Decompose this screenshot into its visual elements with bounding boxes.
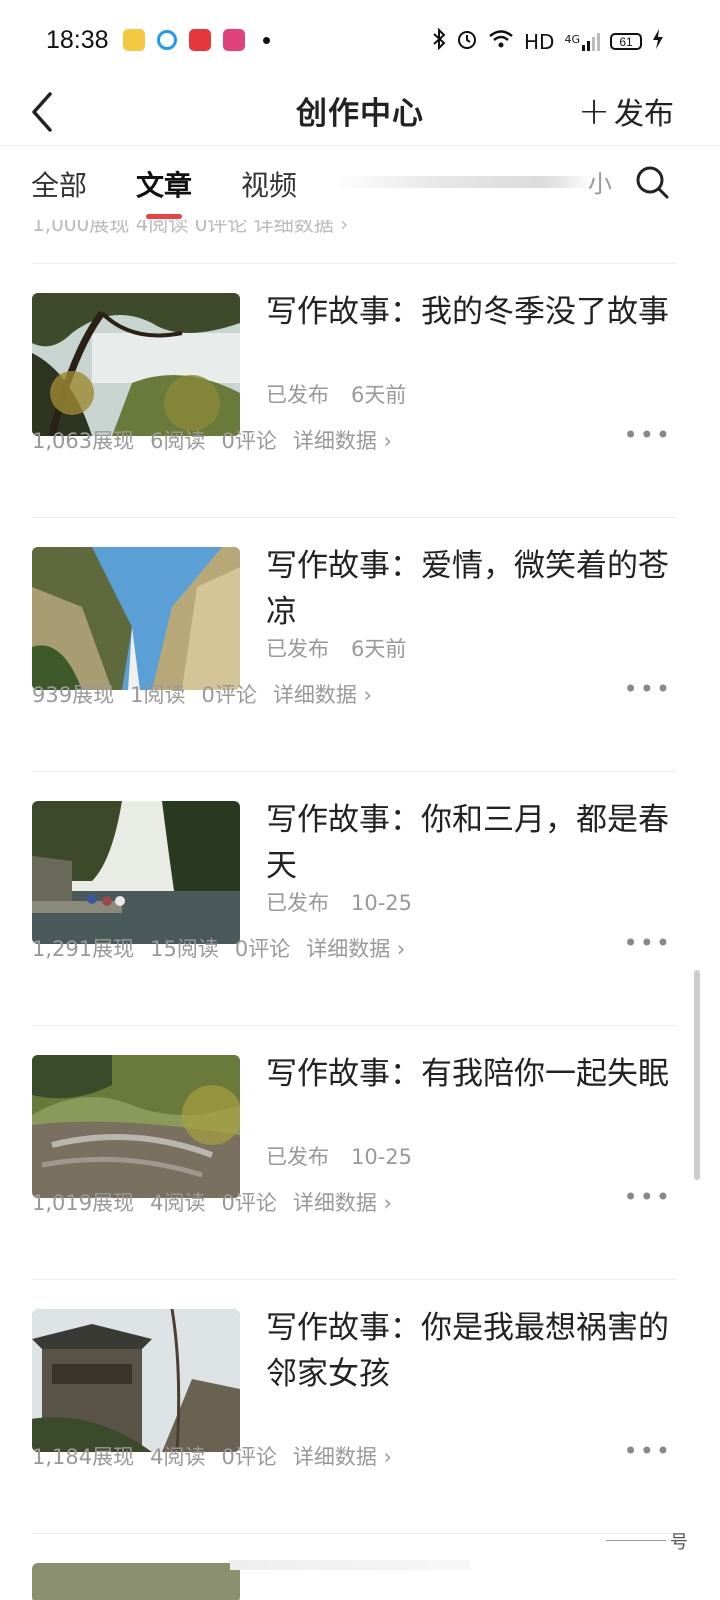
article-thumbnail xyxy=(32,293,240,436)
reads-count: 4阅读 xyxy=(150,1445,206,1469)
tab-articles[interactable]: 文章 xyxy=(136,164,192,204)
publish-status: 已发布 xyxy=(266,383,329,407)
publish-info: 已发布 10-25 xyxy=(266,887,412,917)
article-thumbnail xyxy=(32,1309,240,1452)
notes-app-icon xyxy=(122,29,145,51)
article-title[interactable]: 写作故事：有我陪你一起失眠 xyxy=(266,1051,676,1097)
reads-count: 1阅读 xyxy=(130,683,186,707)
header: 创作中心 + 发布 xyxy=(0,80,720,146)
active-tab-indicator xyxy=(146,214,182,219)
status-bar: 18:38 HD 4G 61 xyxy=(0,0,720,80)
views-count: 1,063展现 xyxy=(32,429,135,453)
reads-count: 15阅读 xyxy=(150,937,219,961)
publish-info xyxy=(266,1395,288,1419)
plus-icon: + xyxy=(578,89,610,133)
reads-count: 4阅读 xyxy=(150,1191,206,1215)
browser-app-icon xyxy=(156,30,177,50)
article-title[interactable]: 写作故事：你和三月，都是春天 xyxy=(266,797,676,889)
content-tabs: 全部 文章 视频 小 xyxy=(0,146,720,220)
article-thumbnail xyxy=(32,1055,240,1198)
watermark-text: 号 xyxy=(670,1532,688,1553)
publish-info: 已发布 6天前 xyxy=(266,633,406,663)
network-type: HD xyxy=(524,29,555,54)
article-stats: 939展现 1阅读 0评论 详细数据 xyxy=(32,679,388,709)
publish-status: 已发布 xyxy=(266,1145,329,1169)
comments-count: 0评论 xyxy=(201,683,257,707)
toutiao-app-icon xyxy=(188,29,211,51)
bluetooth-icon xyxy=(432,27,446,55)
list-item[interactable]: 写作故事：有我陪你一起失眠 已发布 10-25 1,019展现 4阅读 0评论 详… xyxy=(32,1025,676,1279)
detail-data-link[interactable]: 详细数据 xyxy=(293,1441,392,1471)
status-time: 18:38 xyxy=(46,25,109,54)
detail-data-link[interactable]: 详细数据 xyxy=(293,425,392,455)
publish-status: 已发布 xyxy=(266,891,329,915)
detail-data-link[interactable]: 详细数据 xyxy=(293,1187,392,1217)
publish-info: 已发布 10-25 xyxy=(266,1141,412,1171)
next-article-thumbnail xyxy=(32,1563,240,1600)
views-count: 1,019展现 xyxy=(32,1191,135,1215)
comments-count: 0评论 xyxy=(221,1191,277,1215)
reads-count: 6阅读 xyxy=(150,429,206,453)
search-icon xyxy=(636,166,669,199)
divider xyxy=(32,1533,676,1534)
list-item[interactable]: 写作故事：你和三月，都是春天 已发布 10-25 1,291展现 15阅读 0评论… xyxy=(32,771,676,1025)
list-item[interactable]: 写作故事：我的冬季没了故事 已发布 6天前 1,063展现 6阅读 0评论 详细数… xyxy=(32,263,676,517)
video-app-icon xyxy=(222,29,245,51)
more-options-icon[interactable]: ••• xyxy=(624,675,672,703)
blurred-tab-text: 小 xyxy=(588,170,612,198)
article-title[interactable]: 写作故事：你是我最想祸害的邻家女孩 xyxy=(266,1305,676,1397)
battery-icon: 61 xyxy=(610,33,642,50)
article-stats: 1,184展现 4阅读 0评论 详细数据 xyxy=(32,1441,408,1471)
more-options-icon[interactable]: ••• xyxy=(624,1183,672,1211)
publish-info: 已发布 6天前 xyxy=(266,379,406,409)
article-list: 1,000展现 4阅读 0评论 详细数据 › 写作故事：我的冬季没了故事 已发布… xyxy=(0,220,720,1600)
blurred-tab-area xyxy=(332,176,596,188)
charging-icon xyxy=(652,28,664,55)
views-count: 939展现 xyxy=(32,683,115,707)
detail-data-link[interactable]: 详细数据 xyxy=(306,933,405,963)
partial-stats-row: 1,000展现 4阅读 0评论 详细数据 › xyxy=(32,220,349,236)
publish-time: 6天前 xyxy=(351,383,407,407)
article-thumbnail xyxy=(32,547,240,690)
comments-count: 0评论 xyxy=(234,937,291,961)
list-item[interactable]: 写作故事：爱情，微笑着的苍凉 已发布 6天前 939展现 1阅读 0评论 详细数据… xyxy=(32,517,676,771)
more-options-icon[interactable]: ••• xyxy=(624,1437,672,1465)
tab-videos[interactable]: 视频 xyxy=(241,164,297,204)
views-count: 1,184展现 xyxy=(32,1445,135,1469)
publish-time: 10-25 xyxy=(351,891,413,915)
article-title[interactable]: 写作故事：我的冬季没了故事 xyxy=(266,289,676,335)
more-options-icon[interactable]: ••• xyxy=(624,929,672,957)
divider xyxy=(606,1540,666,1541)
publish-status: 已发布 xyxy=(266,637,329,661)
article-thumbnail xyxy=(32,801,240,944)
scrollbar[interactable] xyxy=(694,970,700,1180)
search-button[interactable] xyxy=(634,164,670,204)
publish-time: 10-25 xyxy=(351,1145,413,1169)
publish-label: 发布 xyxy=(614,97,674,132)
comments-count: 0评论 xyxy=(221,1445,277,1469)
list-item[interactable]: 写作故事：你是我最想祸害的邻家女孩 1,184展现 4阅读 0评论 详细数据 •… xyxy=(32,1279,676,1533)
comments-count: 0评论 xyxy=(221,429,277,453)
article-stats: 1,063展现 6阅读 0评论 详细数据 xyxy=(32,425,408,455)
alarm-icon xyxy=(456,28,478,55)
notification-dot-icon xyxy=(262,36,270,44)
signal-icon: 4G xyxy=(564,32,600,51)
detail-data-link[interactable]: 详细数据 xyxy=(273,679,372,709)
article-title[interactable]: 写作故事：爱情，微笑着的苍凉 xyxy=(266,543,676,635)
views-count: 1,291展现 xyxy=(32,937,135,961)
status-indicators: HD 4G 61 xyxy=(432,27,664,55)
more-options-icon[interactable]: ••• xyxy=(624,421,672,449)
article-stats: 1,291展现 15阅读 0评论 详细数据 xyxy=(32,933,421,963)
article-stats: 1,019展现 4阅读 0评论 详细数据 xyxy=(32,1187,408,1217)
publish-button[interactable]: + 发布 xyxy=(578,89,674,133)
publish-time: 6天前 xyxy=(351,637,407,661)
wifi-icon xyxy=(488,29,514,54)
bottom-blur xyxy=(230,1560,470,1570)
tab-all[interactable]: 全部 xyxy=(31,164,87,204)
